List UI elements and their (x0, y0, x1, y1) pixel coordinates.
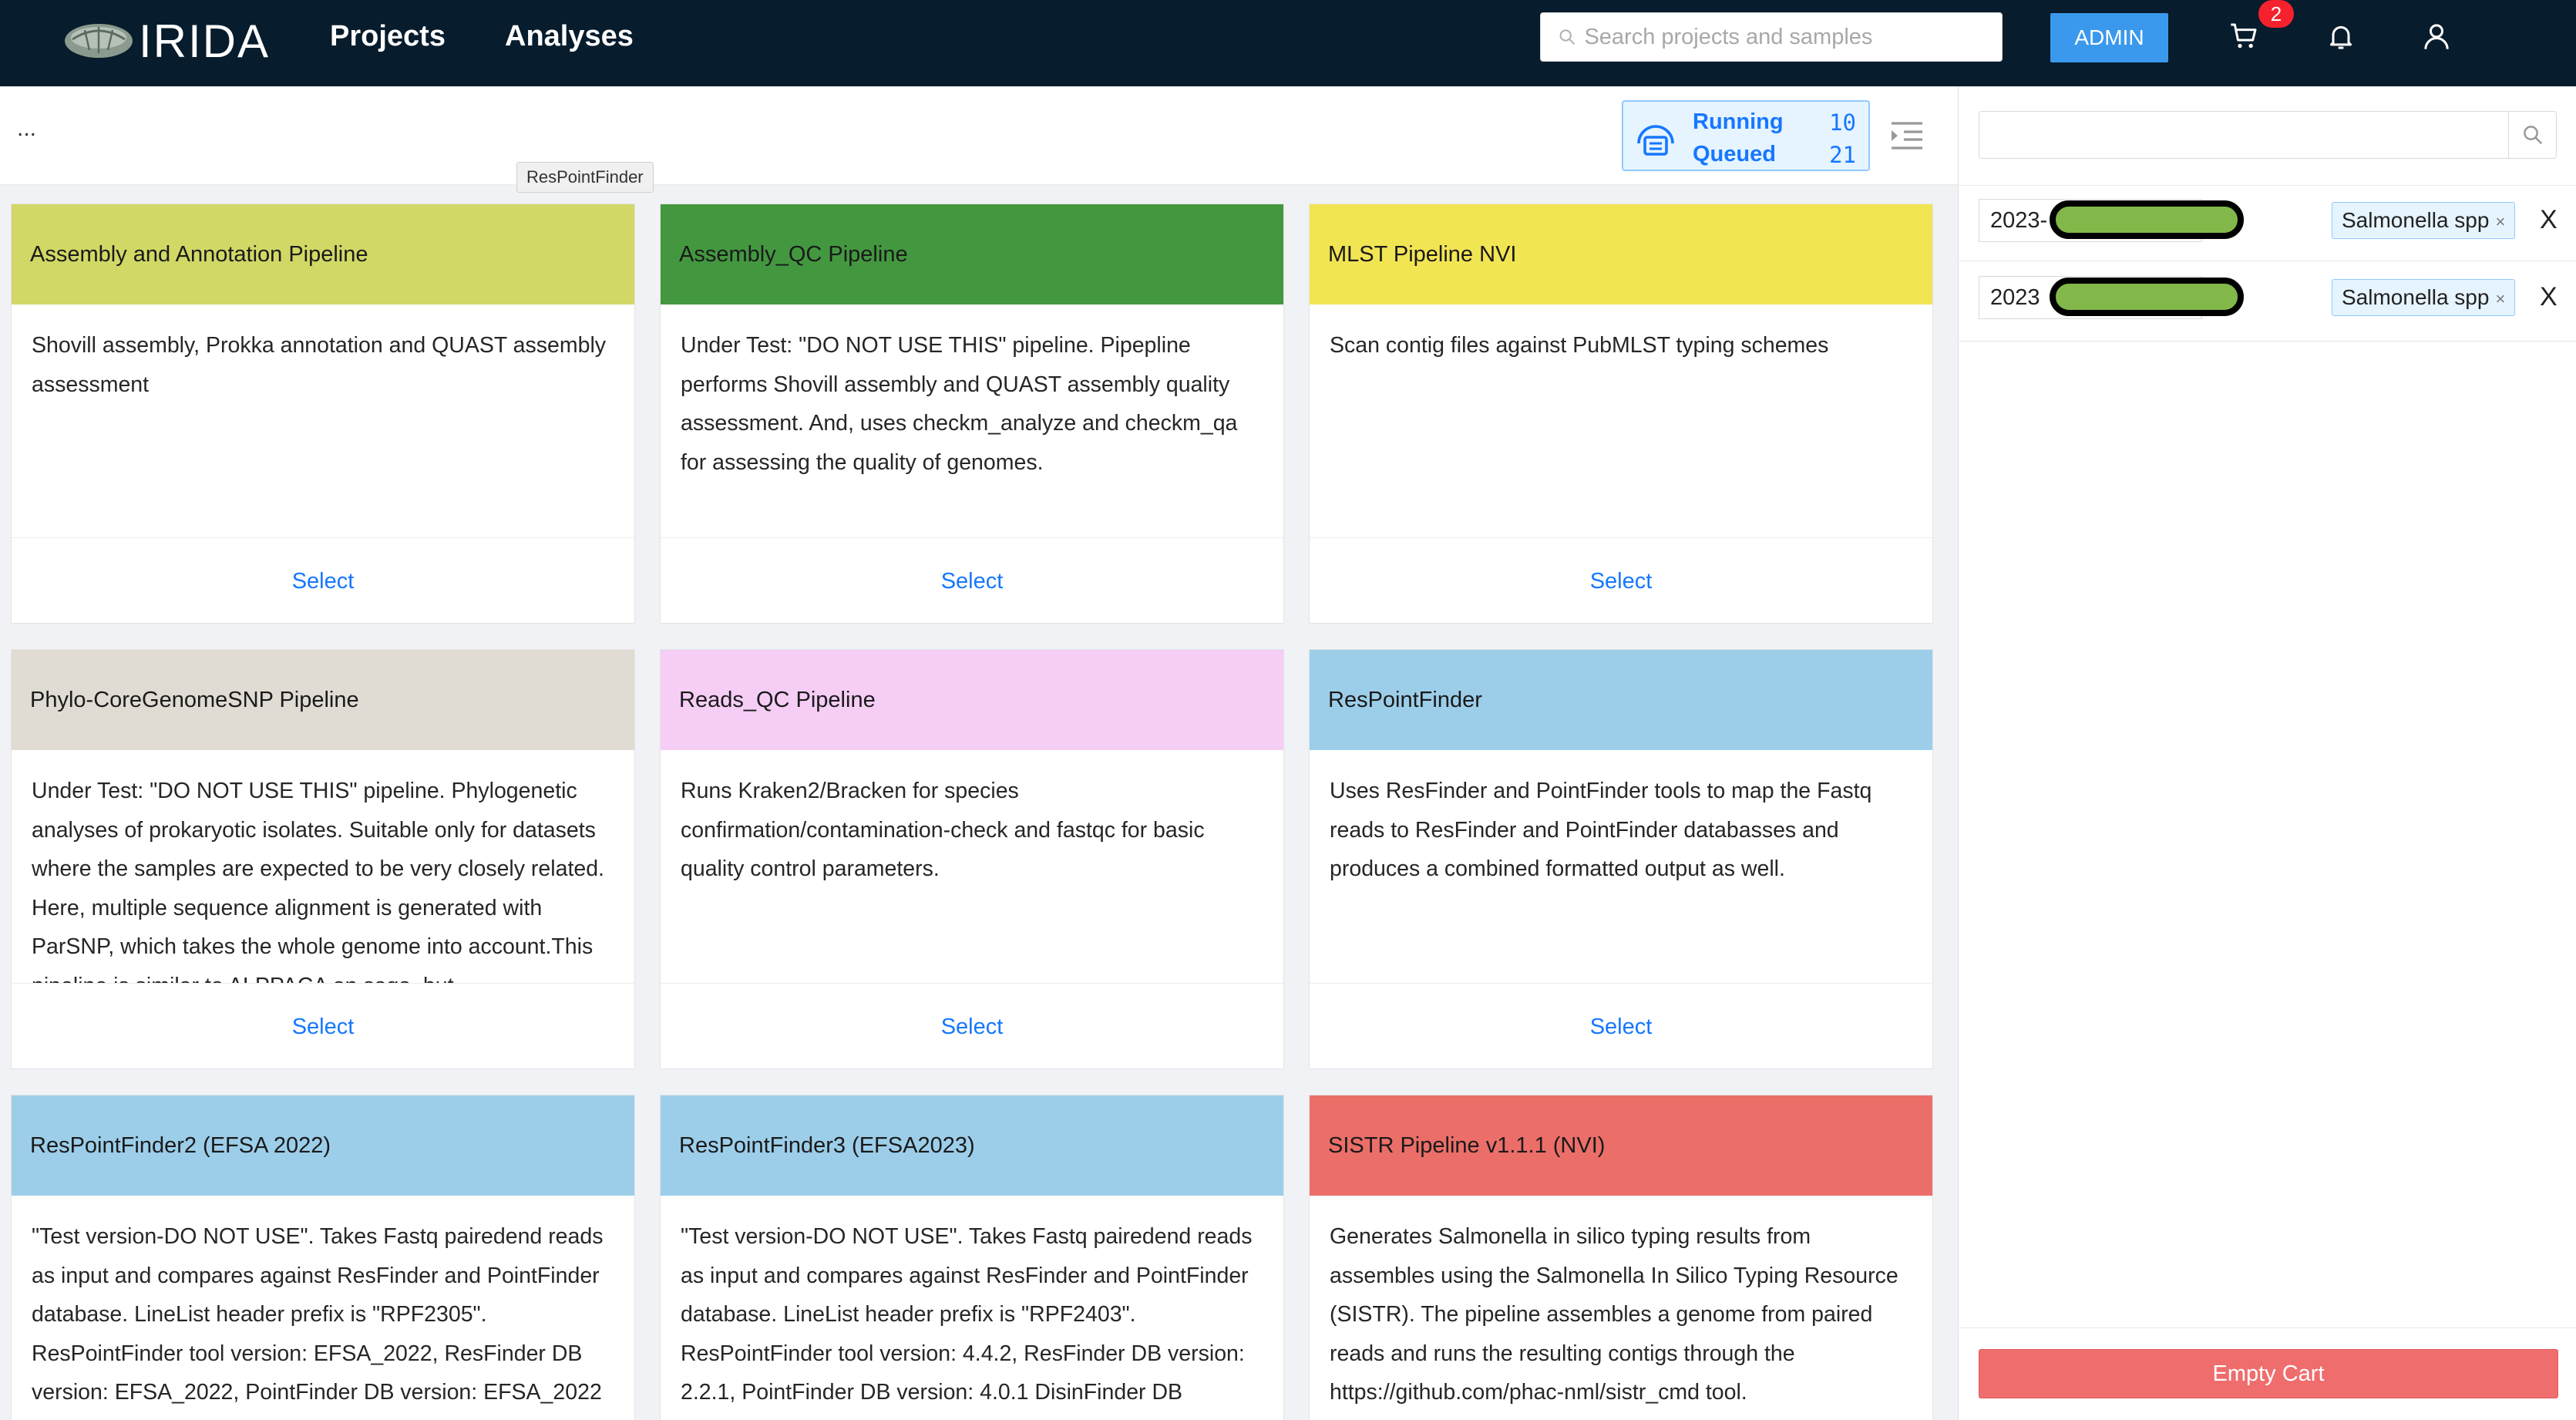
pipeline-card-description: "Test version-DO NOT USE". Takes Fastq p… (32, 1224, 604, 1405)
running-label: Running (1693, 109, 1784, 134)
redaction-mark (2050, 278, 2244, 316)
cart-count-badge: 2 (2258, 0, 2294, 28)
pipeline-card-title: ResPointFinder3 (EFSA2023) (661, 1095, 1283, 1196)
bell-icon (2330, 25, 2352, 49)
select-pipeline-button[interactable]: Select (12, 984, 634, 1070)
pipeline-card-title: Phylo-CoreGenomeSNP Pipeline (12, 650, 634, 750)
pipeline-card-title: Reads_QC Pipeline (661, 650, 1283, 750)
select-pipeline-button[interactable]: Select (661, 984, 1283, 1070)
select-pipeline-button[interactable]: Select (1310, 984, 1932, 1070)
remove-sample-button[interactable]: X (2540, 282, 2558, 312)
analysis-server-icon (1633, 119, 1679, 163)
pipeline-card-description: Uses ResFinder and PointFinder tools to … (1310, 750, 1932, 984)
search-icon (2523, 126, 2542, 145)
global-search[interactable] (1540, 12, 2003, 62)
breadcrumb-ellipsis[interactable]: ... (17, 116, 36, 142)
running-count: 10 (1829, 109, 1856, 136)
sample-name-text: 2023- (1990, 208, 2048, 233)
divider (1959, 1327, 2576, 1328)
shopping-cart-icon (2231, 23, 2257, 49)
nav-analyses[interactable]: Analyses (505, 20, 634, 53)
remove-sample-button[interactable]: X (2540, 205, 2558, 235)
cart-item: 2023- Salmonella spp × X (1979, 199, 2564, 242)
top-navbar: IRIDA Projects Analyses ADMIN 2 (0, 0, 2576, 86)
cart-item: 2023 Salmonella spp × X (1979, 276, 2564, 319)
cart-search-button[interactable] (2508, 112, 2556, 158)
pipeline-card-title: Assembly and Annotation Pipeline (12, 204, 634, 305)
select-pipeline-button[interactable]: Select (12, 538, 634, 624)
divider (1959, 185, 2576, 186)
pipeline-card-description: Runs Kraken2/Bracken for species confirm… (661, 750, 1283, 984)
tag-close-icon[interactable]: × (2495, 212, 2505, 231)
pipeline-card: SISTR Pipeline v1.1.1 (NVI) Generates Sa… (1309, 1095, 1933, 1420)
pipeline-card: ResPointFinder2 (EFSA 2022) "Test versio… (11, 1095, 635, 1420)
pipeline-card: Assembly_QC Pipeline Under Test: "DO NOT… (660, 204, 1284, 624)
nav-projects[interactable]: Projects (330, 20, 446, 53)
cart-button[interactable] (2225, 17, 2263, 56)
launch-subheader: ... Running 10 Queued 21 (0, 86, 1958, 185)
project-tag-label: Salmonella spp (2342, 208, 2490, 232)
pipeline-card: Assembly and Annotation Pipeline Shovill… (11, 204, 635, 624)
empty-cart-button[interactable]: Empty Cart (1979, 1349, 2558, 1398)
pipeline-card: Phylo-CoreGenomeSNP Pipeline Under Test:… (11, 649, 635, 1069)
pipeline-card: Reads_QC Pipeline Runs Kraken2/Bracken f… (660, 649, 1284, 1069)
notifications-button[interactable] (2322, 17, 2360, 56)
global-search-input[interactable] (1584, 24, 2002, 50)
pipeline-tooltip: ResPointFinder (516, 162, 654, 193)
user-account-button[interactable] (2417, 17, 2456, 56)
cart-sidebar: 2023- Salmonella spp × X 2023 Salmonella … (1958, 86, 2576, 1420)
analysis-status-widget[interactable]: Running 10 Queued 21 (1622, 100, 1870, 171)
divider (1959, 341, 2576, 342)
select-pipeline-button[interactable]: Select (1310, 538, 1932, 624)
pipeline-card: MLST Pipeline NVI Scan contig files agai… (1309, 204, 1933, 624)
sample-name-text: 2023 (1990, 285, 2040, 310)
pipeline-card-description: Under Test: "DO NOT USE THIS" pipeline. … (12, 750, 634, 984)
pipeline-card-description: Scan contig files against PubMLST typing… (1310, 305, 1932, 538)
redaction-mark (2050, 200, 2244, 239)
cart-search[interactable] (1979, 111, 2557, 159)
pipeline-card-title: ResPointFinder (1310, 650, 1932, 750)
menu-unfold-button[interactable] (1888, 120, 1925, 155)
pipeline-card-description: Shovill assembly, Prokka annotation and … (12, 305, 634, 538)
queued-label: Queued (1693, 142, 1776, 167)
irida-logo-icon (65, 24, 133, 58)
user-icon (2424, 24, 2449, 49)
queued-count: 21 (1829, 142, 1856, 168)
pipeline-card-title: MLST Pipeline NVI (1310, 204, 1932, 305)
pipeline-card-description: "Test version-DO NOT USE". Takes Fastq p… (681, 1224, 1253, 1420)
pipeline-card-description: Under Test: "DO NOT USE THIS" pipeline. … (661, 305, 1283, 538)
logo-text: IRIDA (139, 15, 271, 67)
search-icon (1559, 29, 1576, 45)
select-pipeline-button[interactable]: Select (661, 538, 1283, 624)
tag-close-icon[interactable]: × (2495, 289, 2505, 308)
pipeline-card-title: SISTR Pipeline v1.1.1 (NVI) (1310, 1095, 1932, 1196)
project-tag-label: Salmonella spp (2342, 285, 2490, 309)
menu-unfold-icon (1892, 122, 1922, 150)
project-tag[interactable]: Salmonella spp × (2332, 202, 2516, 239)
pipeline-card-title: Assembly_QC Pipeline (661, 204, 1283, 305)
pipeline-card: ResPointFinder3 (EFSA2023) "Test version… (660, 1095, 1284, 1420)
pipeline-card: ResPointFinder Uses ResFinder and PointF… (1309, 649, 1933, 1069)
project-tag[interactable]: Salmonella spp × (2332, 279, 2516, 316)
admin-button[interactable]: ADMIN (2050, 13, 2168, 62)
pipeline-card-title: ResPointFinder2 (EFSA 2022) (12, 1095, 634, 1196)
irida-logo[interactable]: IRIDA (62, 15, 271, 67)
pipeline-card-description: Generates Salmonella in silico typing re… (1330, 1224, 1898, 1405)
